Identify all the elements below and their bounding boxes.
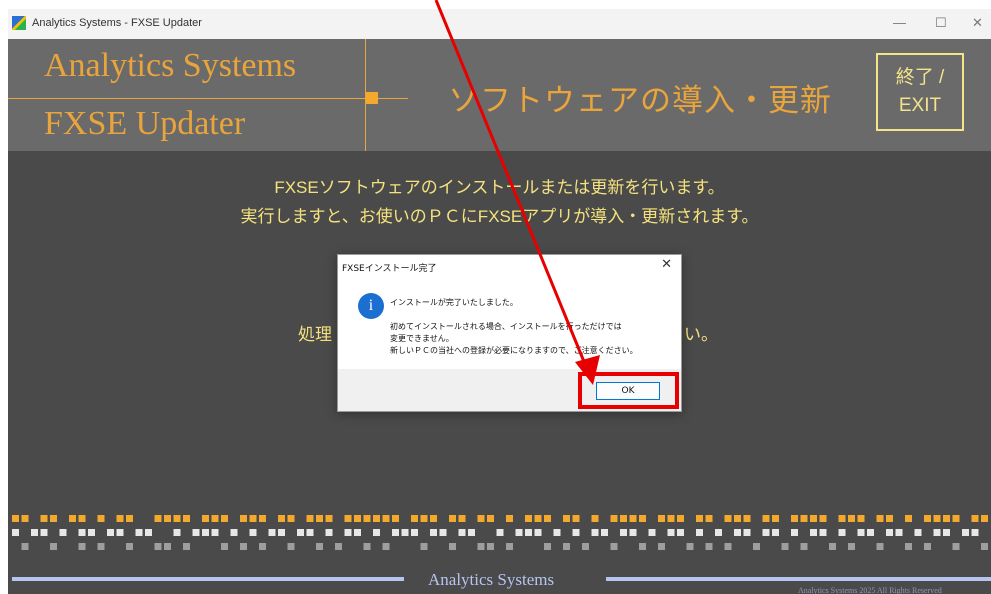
arrow-head: [575, 355, 600, 385]
annotation-arrow: [434, 0, 600, 385]
arrow-shaft: [434, 0, 589, 370]
